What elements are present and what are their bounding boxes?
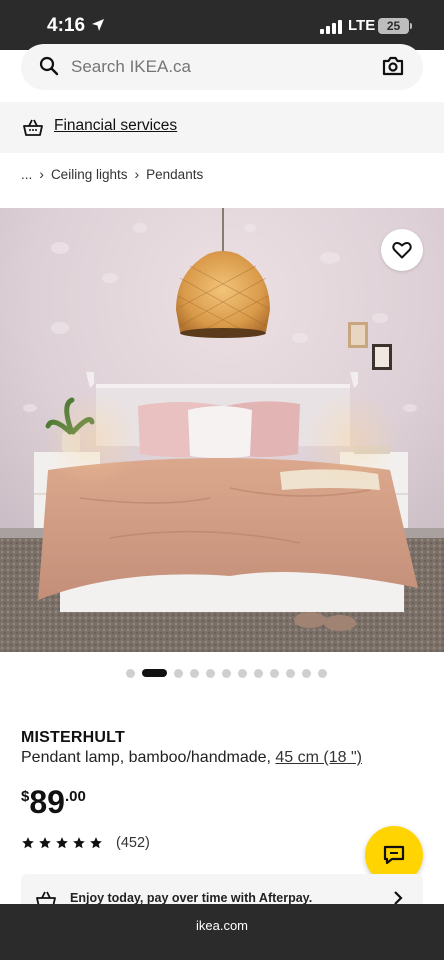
pagination-dot[interactable] (238, 668, 247, 678)
product-image[interactable] (0, 208, 444, 652)
chevron-right-icon (394, 891, 403, 905)
pagination-dot[interactable] (254, 668, 263, 678)
product-name: MISTERHULT (21, 729, 125, 746)
financial-services-banner[interactable]: Financial services (0, 102, 444, 153)
product-size-link[interactable]: 45 cm (18 ") (275, 749, 362, 766)
network-type: LTE (348, 17, 376, 34)
status-time: 4:16 (47, 15, 86, 36)
breadcrumb-ellipsis[interactable]: ... (21, 167, 32, 182)
pagination-dot[interactable] (222, 668, 231, 678)
favourite-button[interactable] (381, 229, 423, 271)
pagination-dot[interactable] (190, 668, 199, 678)
battery-tip (410, 23, 412, 29)
star-icon (39, 837, 51, 849)
shopping-basket-icon (23, 119, 43, 136)
battery-icon: 25 (378, 18, 409, 34)
price-whole: 89 (29, 784, 65, 820)
pagination-dot[interactable] (302, 668, 311, 678)
search-area (0, 44, 444, 100)
pagination-dot[interactable] (126, 668, 135, 678)
image-pagination (126, 668, 327, 678)
chevron-right-icon: › (134, 166, 140, 182)
star-icon (73, 837, 85, 849)
chevron-right-icon: › (39, 166, 44, 182)
pagination-dot[interactable] (206, 668, 215, 678)
financial-services-link[interactable]: Financial services (54, 117, 177, 135)
camera-search-icon[interactable] (381, 55, 405, 77)
star-icon (90, 837, 102, 849)
search-input[interactable] (71, 57, 351, 77)
browser-url[interactable]: ikea.com (0, 918, 444, 933)
price-currency: $ (21, 788, 30, 805)
search-bar[interactable] (21, 44, 423, 90)
pagination-dot[interactable] (174, 668, 183, 678)
pagination-dot[interactable] (270, 668, 279, 678)
product-price: $ 89 .00 (21, 784, 86, 820)
pagination-dot[interactable] (286, 668, 295, 678)
star-icon (56, 837, 68, 849)
rating-count[interactable]: (452) (116, 835, 150, 851)
product-description-text: Pendant lamp, bamboo/handmade, (21, 749, 271, 766)
cellular-signal-icon (320, 18, 342, 34)
price-decimal: .00 (64, 788, 86, 805)
product-rating[interactable]: (452) (21, 835, 150, 851)
search-icon (39, 56, 59, 76)
status-bar: 4:16 LTE 25 (0, 0, 444, 50)
heart-icon (392, 242, 412, 259)
pagination-dot[interactable] (318, 668, 327, 678)
breadcrumb-ceiling-lights[interactable]: Ceiling lights (51, 167, 128, 182)
location-arrow-icon (92, 19, 104, 31)
breadcrumb-pendants[interactable]: Pendants (146, 167, 203, 182)
breadcrumb: ... › Ceiling lights › Pendants (21, 166, 203, 182)
pagination-dot-active[interactable] (142, 669, 167, 677)
chat-icon (383, 845, 405, 865)
afterpay-text: Enjoy today, pay over time with Afterpay… (70, 891, 313, 905)
browser-address-bar[interactable]: ikea.com (0, 904, 444, 960)
star-icon (22, 837, 34, 849)
product-description: Pendant lamp, bamboo/handmade, 45 cm (18… (21, 749, 362, 767)
